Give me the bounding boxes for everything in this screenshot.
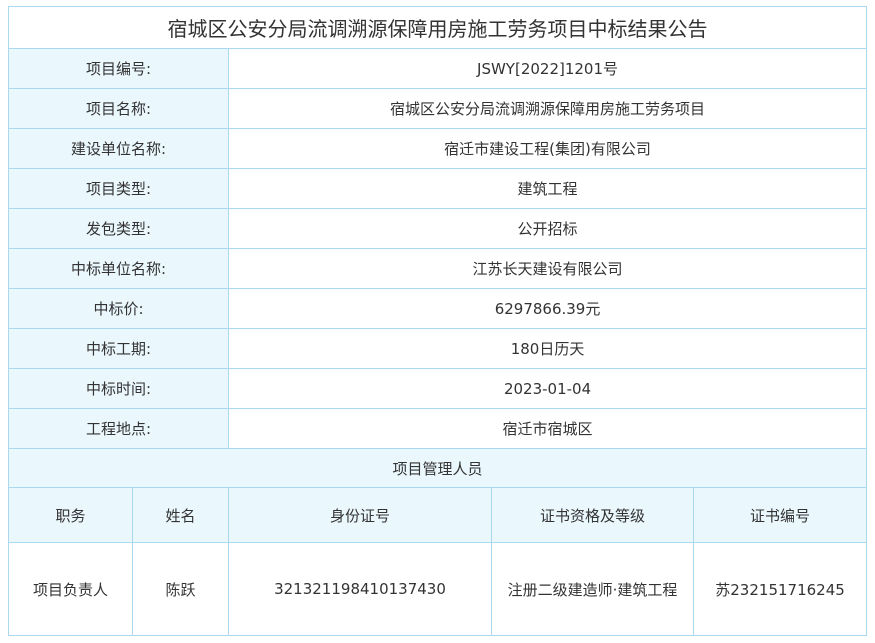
staff-certificate-number: 苏232151716245 bbox=[692, 542, 868, 636]
column-header-qualification: 证书资格及等级 bbox=[491, 487, 694, 543]
bid-result-table: 宿城区公安分局流调溯源保障用房施工劳务项目中标结果公告 项目编号: JSWY[2… bbox=[7, 6, 868, 636]
field-row-award-date: 中标时间: 2023-01-04 bbox=[8, 368, 868, 409]
staff-section-row: 项目管理人员 bbox=[7, 448, 868, 488]
field-label: 中标时间: bbox=[8, 368, 229, 409]
field-value: 江苏长天建设有限公司 bbox=[227, 248, 868, 289]
staff-header-row: 职务 姓名 身份证号 证书资格及等级 证书编号 bbox=[8, 487, 868, 543]
column-header-position: 职务 bbox=[8, 487, 133, 543]
field-value: 宿迁市建设工程(集团)有限公司 bbox=[227, 128, 868, 169]
field-row-winning-price: 中标价: 6297866.39元 bbox=[8, 288, 868, 329]
field-value: 180日历天 bbox=[227, 328, 868, 369]
field-value: 2023-01-04 bbox=[227, 368, 868, 409]
column-header-certificate-number: 证书编号 bbox=[692, 487, 868, 543]
field-label: 中标价: bbox=[8, 288, 229, 329]
field-value: 宿城区公安分局流调溯源保障用房施工劳务项目 bbox=[227, 88, 868, 129]
field-label: 中标单位名称: bbox=[8, 248, 229, 289]
field-row-construction-unit: 建设单位名称: 宿迁市建设工程(集团)有限公司 bbox=[8, 128, 868, 169]
staff-qualification: 注册二级建造师·建筑工程 bbox=[491, 542, 694, 636]
staff-section-title: 项目管理人员 bbox=[7, 448, 868, 488]
field-row-duration: 中标工期: 180日历天 bbox=[8, 328, 868, 369]
notice-container: 宿城区公安分局流调溯源保障用房施工劳务项目中标结果公告 项目编号: JSWY[2… bbox=[7, 6, 868, 636]
staff-id-number: 321321198410137430 bbox=[228, 542, 492, 636]
field-value: JSWY[2022]1201号 bbox=[227, 48, 868, 89]
notice-title: 宿城区公安分局流调溯源保障用房施工劳务项目中标结果公告 bbox=[7, 6, 868, 49]
staff-position: 项目负责人 bbox=[8, 542, 133, 636]
field-row-contract-type: 发包类型: 公开招标 bbox=[8, 208, 868, 249]
field-row-location: 工程地点: 宿迁市宿城区 bbox=[8, 408, 868, 449]
column-header-id-number: 身份证号 bbox=[228, 487, 492, 543]
column-header-name: 姓名 bbox=[132, 487, 229, 543]
field-label: 项目类型: bbox=[8, 168, 229, 209]
field-label: 工程地点: bbox=[8, 408, 229, 449]
field-label: 中标工期: bbox=[8, 328, 229, 369]
field-value: 6297866.39元 bbox=[227, 288, 868, 329]
field-label: 项目编号: bbox=[8, 48, 229, 89]
field-label: 建设单位名称: bbox=[8, 128, 229, 169]
field-label: 项目名称: bbox=[8, 88, 229, 129]
table-row: 项目负责人 陈跃 321321198410137430 注册二级建造师·建筑工程… bbox=[8, 542, 868, 636]
field-row-winning-unit: 中标单位名称: 江苏长天建设有限公司 bbox=[8, 248, 868, 289]
field-row-project-number: 项目编号: JSWY[2022]1201号 bbox=[8, 48, 868, 89]
field-value: 建筑工程 bbox=[227, 168, 868, 209]
field-value: 公开招标 bbox=[227, 208, 868, 249]
field-value: 宿迁市宿城区 bbox=[227, 408, 868, 449]
staff-name: 陈跃 bbox=[132, 542, 229, 636]
title-row: 宿城区公安分局流调溯源保障用房施工劳务项目中标结果公告 bbox=[7, 6, 868, 49]
field-row-project-name: 项目名称: 宿城区公安分局流调溯源保障用房施工劳务项目 bbox=[8, 88, 868, 129]
field-label: 发包类型: bbox=[8, 208, 229, 249]
field-row-project-type: 项目类型: 建筑工程 bbox=[8, 168, 868, 209]
